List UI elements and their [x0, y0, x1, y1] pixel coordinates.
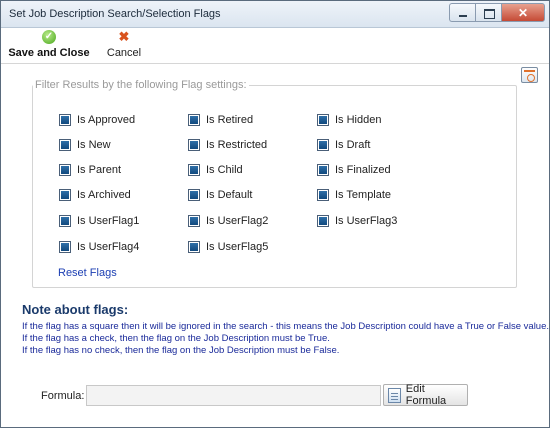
- check-circle-icon: ✓: [42, 30, 56, 44]
- flag-is-archived[interactable]: Is Archived: [59, 188, 131, 202]
- flag-checkbox[interactable]: [317, 164, 329, 176]
- title-bar: Set Job Description Search/Selection Fla…: [1, 1, 549, 28]
- flag-checkbox[interactable]: [188, 241, 200, 253]
- flag-label: Is Approved: [77, 114, 136, 126]
- cancel-label: Cancel: [106, 47, 142, 59]
- flag-checkbox[interactable]: [59, 114, 71, 126]
- flag-is-approved[interactable]: Is Approved: [59, 113, 135, 127]
- flag-is-userflag4[interactable]: Is UserFlag4: [59, 240, 139, 254]
- flag-label: Is UserFlag2: [206, 215, 269, 227]
- flag-is-parent[interactable]: Is Parent: [59, 163, 121, 177]
- document-icon: [388, 387, 401, 403]
- flag-label: Is Parent: [77, 164, 122, 176]
- dialog-window: Set Job Description Search/Selection Fla…: [0, 0, 550, 428]
- flag-is-new[interactable]: Is New: [59, 138, 111, 152]
- flag-checkbox[interactable]: [59, 189, 71, 201]
- window-title: Set Job Description Search/Selection Fla…: [9, 8, 221, 20]
- flag-checkbox[interactable]: [59, 164, 71, 176]
- flag-is-userflag5[interactable]: Is UserFlag5: [188, 240, 268, 254]
- toolbar: ✓ Save and Close ✖ Cancel: [1, 28, 549, 64]
- flag-label: Is Draft: [335, 139, 371, 151]
- flag-is-hidden[interactable]: Is Hidden: [317, 113, 381, 127]
- note-line: If the flag has a check, then the flag o…: [22, 333, 330, 344]
- flag-label: Is UserFlag3: [335, 215, 398, 227]
- flag-label: Is Default: [206, 189, 253, 201]
- flag-label: Is Child: [206, 164, 243, 176]
- formula-label: Formula:: [41, 390, 85, 402]
- note-line: If the flag has no check, then the flag …: [22, 345, 340, 356]
- save-and-close-button[interactable]: ✓ Save and Close: [8, 30, 90, 59]
- notes-help-icon[interactable]: [521, 67, 538, 83]
- flag-is-restricted[interactable]: Is Restricted: [188, 138, 267, 152]
- flag-label: Is Archived: [77, 189, 131, 201]
- edit-formula-button[interactable]: Edit Formula: [383, 383, 468, 407]
- flag-checkbox[interactable]: [59, 139, 71, 151]
- maximize-icon[interactable]: [475, 3, 501, 22]
- reset-flags-link[interactable]: Reset Flags: [58, 267, 117, 279]
- flag-checkbox[interactable]: [188, 164, 200, 176]
- close-icon[interactable]: [501, 3, 545, 22]
- flag-is-userflag3[interactable]: Is UserFlag3: [317, 214, 397, 228]
- flag-checkbox[interactable]: [188, 139, 200, 151]
- flag-label: Is Template: [335, 189, 392, 201]
- flag-label: Is Retired: [206, 114, 254, 126]
- window-controls: [449, 3, 545, 23]
- flag-is-retired[interactable]: Is Retired: [188, 113, 253, 127]
- formula-input[interactable]: [86, 385, 381, 406]
- flag-is-draft[interactable]: Is Draft: [317, 138, 370, 152]
- flag-is-template[interactable]: Is Template: [317, 188, 391, 202]
- flag-label: Is Restricted: [206, 139, 268, 151]
- flag-label: Is Finalized: [335, 164, 391, 176]
- flag-is-finalized[interactable]: Is Finalized: [317, 163, 391, 177]
- flag-label: Is New: [77, 139, 111, 151]
- flag-checkbox[interactable]: [59, 241, 71, 253]
- cancel-x-icon: ✖: [118, 29, 130, 44]
- save-and-close-label: Save and Close: [8, 47, 90, 59]
- flag-checkbox[interactable]: [317, 189, 329, 201]
- flag-checkbox[interactable]: [188, 189, 200, 201]
- flag-filter-legend: Filter Results by the following Flag set…: [35, 79, 247, 91]
- flag-label: Is UserFlag5: [206, 241, 269, 253]
- minimize-icon[interactable]: [449, 3, 475, 22]
- flag-checkbox[interactable]: [188, 215, 200, 227]
- flag-is-child[interactable]: Is Child: [188, 163, 243, 177]
- flag-is-userflag1[interactable]: Is UserFlag1: [59, 214, 139, 228]
- note-title: Note about flags:: [22, 302, 129, 317]
- note-line: If the flag has a square then it will be…: [22, 321, 550, 332]
- flag-is-userflag2[interactable]: Is UserFlag2: [188, 214, 268, 228]
- flag-checkbox[interactable]: [317, 139, 329, 151]
- flag-label: Is UserFlag1: [77, 215, 140, 227]
- edit-formula-label: Edit Formula: [405, 383, 447, 407]
- flag-label: Is Hidden: [335, 114, 382, 126]
- flag-checkbox[interactable]: [59, 215, 71, 227]
- cancel-button[interactable]: ✖ Cancel: [99, 29, 149, 60]
- flag-checkbox[interactable]: [317, 114, 329, 126]
- flag-label: Is UserFlag4: [77, 241, 140, 253]
- flag-is-default[interactable]: Is Default: [188, 188, 252, 202]
- flag-checkbox[interactable]: [188, 114, 200, 126]
- flag-checkbox[interactable]: [317, 215, 329, 227]
- flag-filter-group: Filter Results by the following Flag set…: [32, 79, 517, 288]
